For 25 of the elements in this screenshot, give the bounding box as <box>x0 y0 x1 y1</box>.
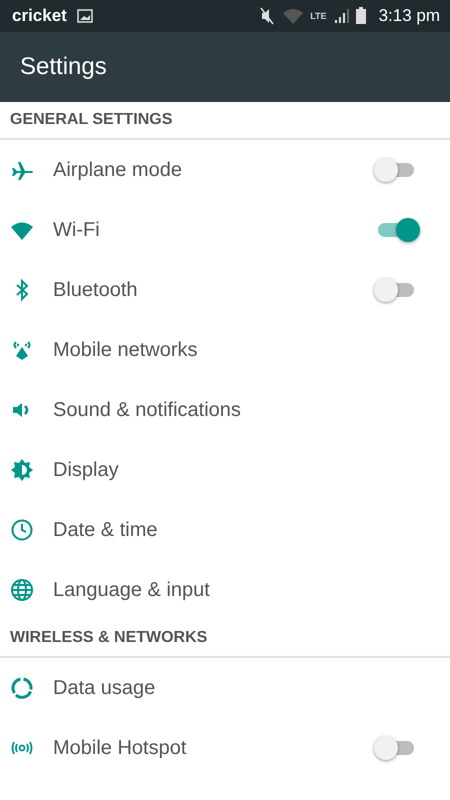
setting-label[interactable]: Language & input <box>53 578 422 602</box>
data-usage-icon <box>10 676 34 700</box>
setting-label[interactable]: Mobile networks <box>53 338 422 362</box>
setting-label[interactable]: Bluetooth <box>53 278 370 302</box>
setting-label[interactable]: Sound & notifications <box>53 398 422 422</box>
wifi-icon <box>282 7 304 25</box>
section-title: GENERAL SETTINGS <box>10 111 172 129</box>
clock-time: 3:13 pm <box>378 6 440 26</box>
carrier-name: cricket <box>12 6 67 26</box>
setting-label[interactable]: Airplane mode <box>53 158 370 182</box>
mute-icon <box>258 6 276 26</box>
brightness-icon <box>10 458 34 482</box>
setting-label[interactable]: Mobile Hotspot <box>53 736 370 760</box>
screen-title: Settings <box>20 53 107 81</box>
setting-label[interactable]: Date & time <box>53 518 422 542</box>
image-icon <box>76 9 93 23</box>
globe-icon <box>10 578 34 602</box>
signal-icon <box>332 8 349 24</box>
network-type: LTE <box>310 11 327 21</box>
section-title: WIRELESS & NETWORKS <box>10 629 208 647</box>
battery-icon <box>354 7 367 25</box>
setting-label[interactable]: Display <box>53 458 422 482</box>
setting-label[interactable]: Data usage <box>53 676 422 700</box>
setting-label[interactable]: Wi-Fi <box>53 218 370 242</box>
clock-icon <box>10 518 34 542</box>
